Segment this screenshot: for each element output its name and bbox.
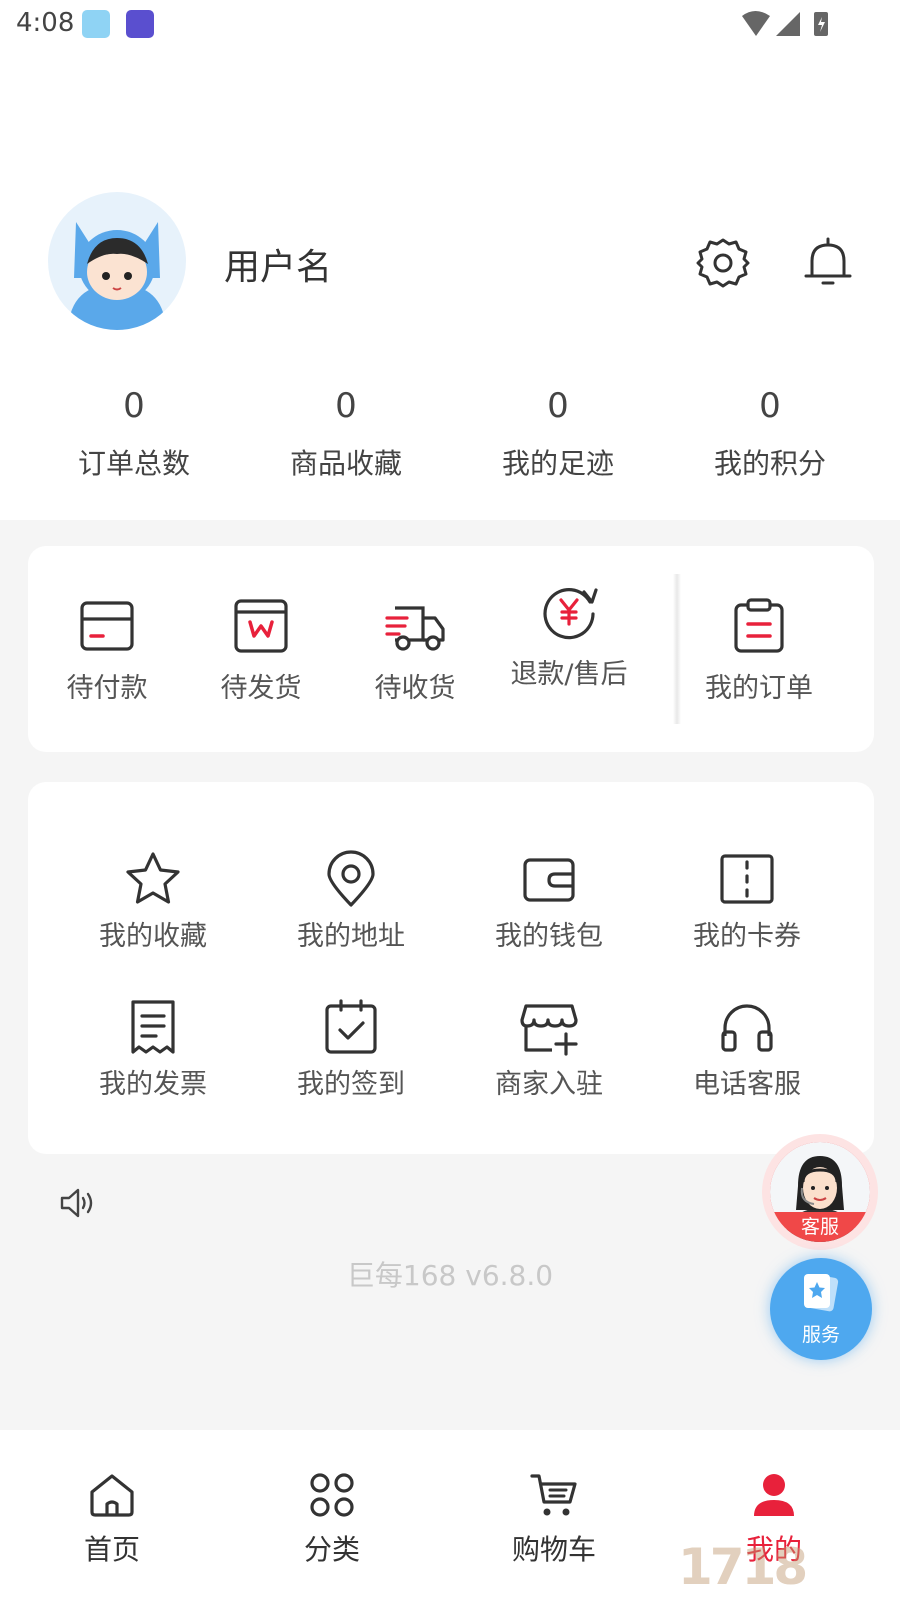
wifi-icon (742, 11, 770, 36)
tab-category[interactable]: 分类 (252, 1472, 412, 1568)
stat-points[interactable]: 0 我的积分 (664, 380, 876, 500)
tool-label: 电话客服 (693, 1069, 801, 1100)
stat-value: 0 (335, 386, 357, 426)
order-label: 我的订单 (705, 673, 813, 704)
receipt-icon (131, 1000, 175, 1054)
order-pending-shipment[interactable]: 待发货 (182, 596, 340, 705)
order-label: 待付款 (66, 673, 148, 704)
float-service-label: 服务 (801, 1324, 840, 1346)
order-label: 待发货 (220, 673, 302, 704)
app-version: 巨每168 v6.8.0 (346, 1259, 554, 1292)
username[interactable]: 用户名 (224, 238, 332, 290)
tool-wallet[interactable]: 我的钱包 (464, 850, 634, 953)
ticket-icon (720, 854, 774, 904)
tools-card: 我的收藏 我的地址 我的钱包 我的卡券 我的发票 我的签到 商家入驻 电话客服 (28, 782, 874, 1154)
tool-label: 我的发票 (99, 1069, 207, 1100)
stat-value: 0 (759, 386, 781, 426)
headset-icon (721, 1004, 773, 1052)
signal-icon (776, 12, 800, 36)
stat-favorites[interactable]: 0 商品收藏 (240, 380, 452, 500)
stat-label: 商品收藏 (289, 447, 402, 480)
avatar[interactable] (48, 192, 186, 330)
site-watermark: 1718 (678, 1538, 808, 1596)
settings-gear-icon[interactable] (696, 236, 750, 290)
refund-icon (543, 588, 598, 640)
service-float-button[interactable]: 服务 (770, 1258, 872, 1360)
wallet-card-icon (80, 601, 134, 651)
tool-address[interactable]: 我的地址 (266, 850, 436, 953)
tool-invoice[interactable]: 我的发票 (68, 998, 238, 1101)
truck-icon (385, 606, 445, 651)
tool-merchant[interactable]: 商家入驻 (464, 998, 634, 1101)
tool-label: 我的地址 (297, 921, 405, 952)
stat-footprints[interactable]: 0 我的足迹 (452, 380, 664, 500)
service-card-icon (804, 1274, 839, 1312)
tool-label: 我的签到 (297, 1069, 405, 1100)
float-kefu-label: 客服 (770, 1212, 870, 1242)
tool-label: 我的卡券 (693, 921, 801, 952)
home-icon (90, 1474, 134, 1517)
status-icons (740, 8, 840, 44)
status-time: 4:08 (16, 8, 75, 38)
package-icon (234, 599, 288, 653)
stat-label: 我的积分 (713, 447, 826, 480)
stat-order-total[interactable]: 0 订单总数 (28, 380, 240, 500)
tab-label: 分类 (303, 1533, 360, 1566)
shopping-cart-icon (530, 1474, 577, 1516)
tool-coupons[interactable]: 我的卡券 (662, 850, 832, 953)
stat-label: 我的足迹 (501, 447, 614, 480)
order-pending-receipt[interactable]: 待收货 (336, 596, 494, 705)
status-bar: 4:08 (0, 0, 900, 48)
tool-label: 我的钱包 (495, 921, 603, 952)
stat-label: 订单总数 (77, 447, 190, 480)
order-label: 待收货 (374, 673, 456, 704)
notification-app-icon (82, 10, 110, 38)
location-pin-icon (327, 850, 375, 907)
star-icon (126, 852, 180, 904)
stats-row: 0 订单总数 0 商品收藏 0 我的足迹 0 我的积分 (0, 380, 900, 500)
user-profile-icon (754, 1474, 794, 1516)
order-my-orders[interactable]: 我的订单 (680, 596, 838, 705)
announcement-speaker-icon[interactable] (58, 1186, 96, 1224)
wallet-icon (523, 858, 575, 902)
tab-home[interactable]: 首页 (32, 1472, 192, 1568)
tab-label: 首页 (83, 1533, 140, 1566)
tab-cart[interactable]: 购物车 (474, 1472, 634, 1568)
tool-phone-service[interactable]: 电话客服 (662, 998, 832, 1101)
calendar-check-icon (325, 999, 377, 1054)
order-card: 待付款 待发货 待收货 退款/售后 我的订单 (28, 546, 874, 752)
order-refund[interactable]: 退款/售后 (490, 580, 648, 691)
store-add-icon (520, 1004, 578, 1056)
customer-service-float-button[interactable]: 客服 (762, 1134, 878, 1250)
notification-bell-icon[interactable] (800, 234, 856, 290)
stat-value: 0 (547, 386, 569, 426)
category-grid-icon (310, 1473, 354, 1517)
notification-app-icon-2 (126, 10, 154, 38)
clipboard-icon (734, 598, 784, 653)
tab-label: 购物车 (511, 1533, 596, 1566)
order-pending-payment[interactable]: 待付款 (28, 596, 186, 705)
tool-label: 商家入驻 (495, 1069, 603, 1100)
order-label: 退款/售后 (510, 659, 628, 690)
stat-value: 0 (123, 386, 145, 426)
tool-label: 我的收藏 (99, 921, 207, 952)
agent-avatar: 客服 (770, 1142, 870, 1242)
tool-favorites[interactable]: 我的收藏 (68, 850, 238, 953)
tool-checkin[interactable]: 我的签到 (266, 998, 436, 1101)
